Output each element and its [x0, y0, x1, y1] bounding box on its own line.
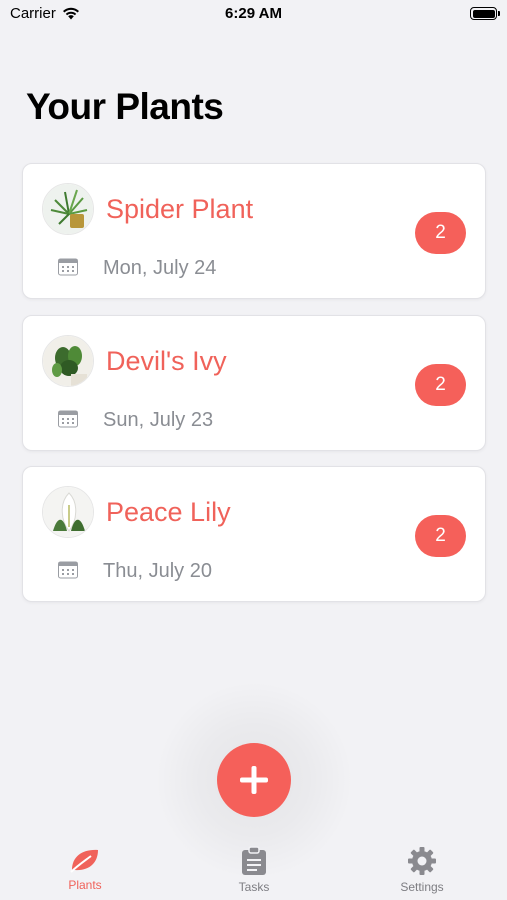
next-date: Sun, July 23 — [103, 409, 214, 431]
add-plant-button[interactable] — [217, 743, 291, 817]
next-date: Thu, July 20 — [103, 560, 212, 582]
plant-avatar — [42, 183, 94, 235]
plant-name: Spider Plant — [106, 194, 254, 224]
plant-avatar — [42, 335, 94, 387]
task-count-badge: 2 — [415, 364, 466, 406]
page-title: Your Plants — [26, 86, 224, 127]
status-time: 6:29 AM — [225, 5, 282, 22]
tab-label: Tasks — [238, 880, 270, 894]
plant-card[interactable]: Peace Lily Thu, July 20 2 — [22, 466, 486, 602]
task-count-badge: 2 — [415, 515, 466, 557]
tab-label: Settings — [400, 880, 444, 894]
leaf-icon — [70, 849, 98, 873]
tab-label: Plants — [68, 878, 102, 892]
calendar-icon — [58, 410, 78, 428]
status-bar: Carrier 6:29 AM — [0, 0, 507, 28]
plant-card[interactable]: Devil's Ivy Sun, July 23 2 — [22, 315, 486, 451]
task-count-badge: 2 — [415, 212, 466, 254]
tab-bar: Plants Tasks Settings — [0, 840, 507, 900]
calendar-icon — [58, 561, 78, 579]
battery-icon — [470, 7, 500, 20]
plant-name: Peace Lily — [106, 497, 231, 527]
clipboard-icon — [242, 846, 266, 875]
plus-icon — [240, 766, 268, 794]
gear-icon — [408, 847, 436, 875]
plant-name: Devil's Ivy — [106, 346, 227, 376]
tab-tasks[interactable]: Tasks — [194, 846, 314, 900]
plant-card[interactable]: Spider Plant Mon, July 24 2 — [22, 163, 486, 299]
plant-avatar — [42, 486, 94, 538]
next-date: Mon, July 24 — [103, 257, 217, 279]
tab-plants[interactable]: Plants — [25, 846, 145, 900]
tab-settings[interactable]: Settings — [362, 846, 482, 900]
calendar-icon — [58, 258, 78, 276]
